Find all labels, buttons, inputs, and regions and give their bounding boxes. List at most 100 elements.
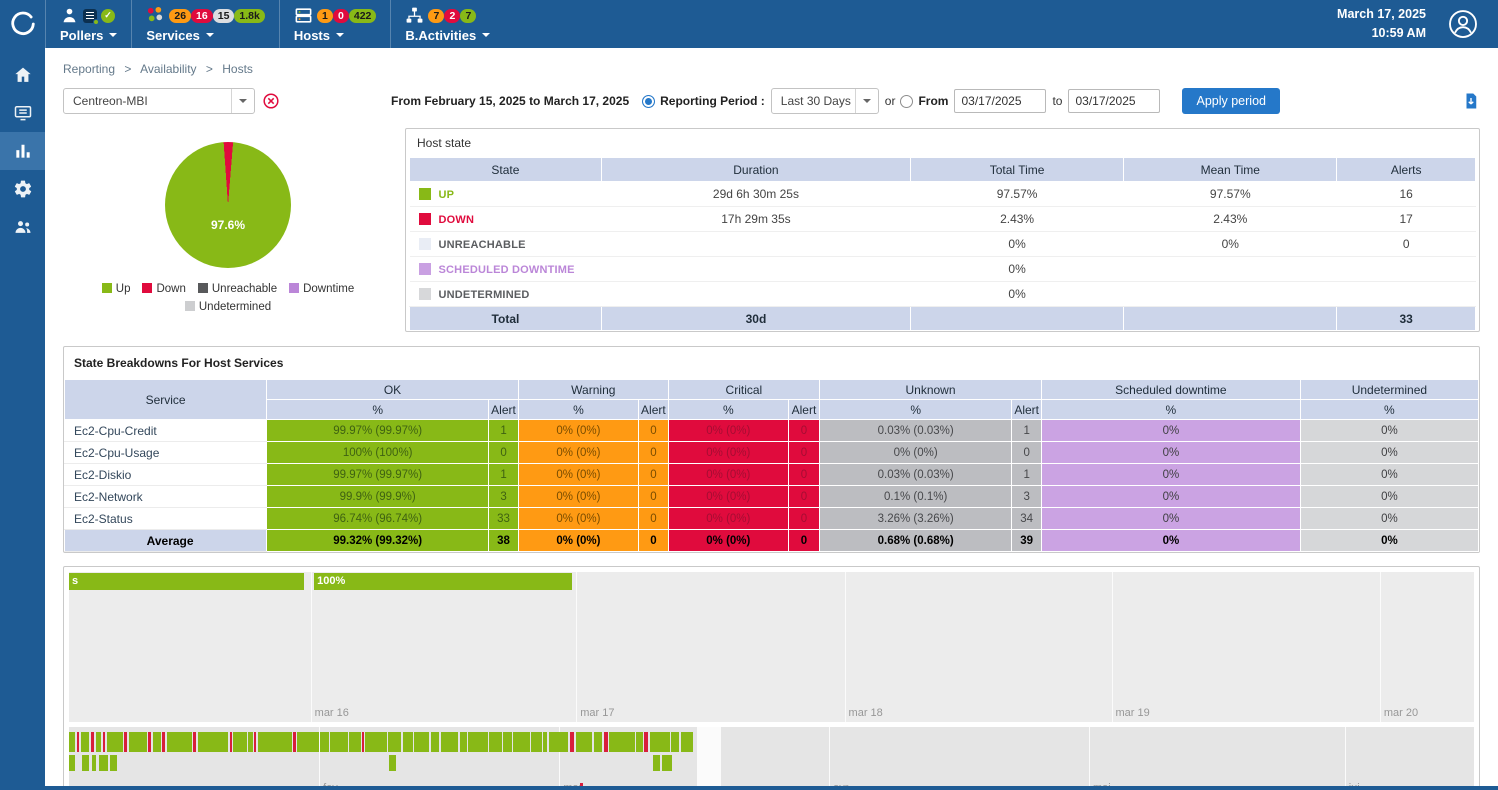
legend-item: Downtime bbox=[289, 283, 354, 295]
breadcrumb-hosts[interactable]: Hosts bbox=[222, 62, 253, 76]
legend-item: Unreachable bbox=[198, 283, 277, 295]
to-date-input[interactable] bbox=[1068, 89, 1160, 113]
warning-pct-cell: 0% (0%) bbox=[518, 508, 638, 530]
overview-bar bbox=[248, 732, 253, 752]
sidebar-item-configuration[interactable] bbox=[0, 170, 45, 208]
overview-bar bbox=[148, 732, 151, 752]
menu-hosts[interactable]: 10422 Hosts bbox=[279, 0, 391, 48]
sidebar-item-home[interactable] bbox=[0, 56, 45, 94]
breadcrumb-reporting[interactable]: Reporting bbox=[63, 62, 115, 76]
hosts-badges: 10422 bbox=[317, 8, 377, 23]
mean-time-cell: 2.43% bbox=[1124, 207, 1337, 232]
overview-bar bbox=[489, 732, 502, 752]
alerts-cell: 17 bbox=[1337, 207, 1476, 232]
reporting-period-label: Reporting Period : bbox=[660, 94, 765, 108]
clear-filter-icon[interactable] bbox=[263, 93, 279, 109]
custom-period-radio[interactable] bbox=[900, 95, 913, 108]
col-critical: Critical bbox=[668, 380, 819, 400]
warning-alert-cell: 0 bbox=[639, 420, 669, 442]
host-state-row: SCHEDULED DOWNTIME0% bbox=[410, 257, 1476, 282]
state-label: UP bbox=[439, 189, 455, 201]
overview-bar bbox=[636, 732, 643, 752]
overview-bar bbox=[162, 732, 165, 752]
sidebar-item-administration[interactable] bbox=[0, 208, 45, 246]
col-state: State bbox=[410, 158, 602, 182]
status-badge: 1.8k bbox=[234, 9, 264, 23]
period-select[interactable]: Last 30 Days bbox=[771, 88, 879, 114]
overview-bar bbox=[389, 755, 396, 771]
mean-time-cell bbox=[1124, 257, 1337, 282]
legend-label: Undetermined bbox=[199, 301, 271, 313]
status-badge: 26 bbox=[169, 9, 191, 23]
period-select-value: Last 30 Days bbox=[781, 94, 851, 108]
main-content: Reporting > Availability > Hosts Centreo… bbox=[45, 0, 1498, 790]
legend-label: Up bbox=[116, 283, 131, 295]
apply-period-button[interactable]: Apply period bbox=[1182, 88, 1280, 114]
clock: March 17, 2025 10:59 AM bbox=[1337, 0, 1426, 48]
ok-pct-cell: 96.74% (96.74%) bbox=[267, 508, 489, 530]
duration-cell bbox=[601, 232, 910, 257]
gridline bbox=[576, 572, 577, 722]
menu-pollers-label: Pollers bbox=[60, 28, 103, 43]
menu-services-label: Services bbox=[146, 28, 200, 43]
sidebar-item-reporting[interactable] bbox=[0, 132, 45, 170]
x-axis-label: mar 19 bbox=[1116, 707, 1150, 719]
legend-item: Undetermined bbox=[185, 301, 271, 313]
subcol-pct: % bbox=[518, 400, 638, 420]
state-swatch bbox=[419, 238, 431, 250]
sidebar-item-monitoring[interactable] bbox=[0, 94, 45, 132]
state-label: DOWN bbox=[439, 214, 475, 226]
state-label: UNDETERMINED bbox=[439, 289, 530, 301]
critical-pct-cell: 0% (0%) bbox=[668, 508, 788, 530]
menu-services[interactable]: 2616151.8k Services bbox=[131, 0, 279, 48]
overview-bar bbox=[258, 732, 292, 752]
status-badge: 1 bbox=[317, 9, 333, 23]
availability-timeline-chart[interactable]: mar 16mar 17mar 18mar 19mar 20s100% bbox=[69, 572, 1474, 722]
legend-label: Downtime bbox=[303, 283, 354, 295]
service-cell: Ec2-Cpu-Credit bbox=[65, 420, 267, 442]
overview-bar bbox=[570, 732, 574, 752]
breadcrumb: Reporting > Availability > Hosts bbox=[63, 56, 1480, 86]
monitoring-icon bbox=[13, 103, 33, 123]
user-menu[interactable] bbox=[1426, 0, 1498, 48]
warning-alert-cell: 0 bbox=[639, 508, 669, 530]
state-cell: UNDETERMINED bbox=[410, 282, 602, 307]
state-label: SCHEDULED DOWNTIME bbox=[439, 264, 575, 276]
availability-overview-chart[interactable]: fevmaravrmaijui bbox=[69, 727, 1474, 790]
critical-alert-cell: 0 bbox=[788, 420, 819, 442]
user-icon bbox=[1448, 9, 1478, 39]
menu-pollers[interactable]: ✓ Pollers bbox=[45, 0, 131, 48]
overview-highlight bbox=[697, 727, 721, 790]
state-label: UNREACHABLE bbox=[439, 239, 526, 251]
period-range-text: From February 15, 2025 to March 17, 2025 bbox=[391, 94, 629, 108]
chevron-down-icon bbox=[482, 33, 490, 41]
overview-bar bbox=[69, 755, 75, 771]
unknown-alert-cell: 1 bbox=[1012, 420, 1042, 442]
chevron-down-icon bbox=[109, 33, 117, 41]
breadcrumb-availability[interactable]: Availability bbox=[140, 62, 196, 76]
centreon-logo[interactable] bbox=[0, 0, 45, 48]
overview-bar bbox=[82, 755, 89, 771]
reporting-period-radio[interactable] bbox=[642, 95, 655, 108]
total-time-cell: 97.57% bbox=[911, 182, 1124, 207]
overview-bar bbox=[609, 732, 634, 752]
state-cell: SCHEDULED DOWNTIME bbox=[410, 257, 602, 282]
critical-pct-cell: 0% (0%) bbox=[668, 464, 788, 486]
warning-alert-cell: 0 bbox=[639, 530, 669, 552]
overview-bar bbox=[671, 732, 679, 752]
export-icon[interactable] bbox=[1462, 92, 1480, 110]
gridline bbox=[311, 572, 312, 722]
col-unknown: Unknown bbox=[820, 380, 1042, 400]
legend-item: Up bbox=[102, 283, 131, 295]
chevron-down-icon bbox=[336, 33, 344, 41]
x-axis-label: mar 18 bbox=[849, 707, 883, 719]
host-select[interactable]: Centreon-MBI bbox=[63, 88, 255, 114]
overview-bar bbox=[103, 732, 106, 752]
availability-segment: s bbox=[69, 573, 304, 590]
breakdown-panel: State Breakdowns For Host Services Servi… bbox=[63, 346, 1480, 553]
menu-business-activities[interactable]: 727 B.Activities bbox=[390, 0, 504, 48]
subcol-alert: Alert bbox=[489, 400, 519, 420]
legend-swatch bbox=[102, 283, 112, 293]
from-date-input[interactable] bbox=[954, 89, 1046, 113]
warning-pct-cell: 0% (0%) bbox=[518, 420, 638, 442]
